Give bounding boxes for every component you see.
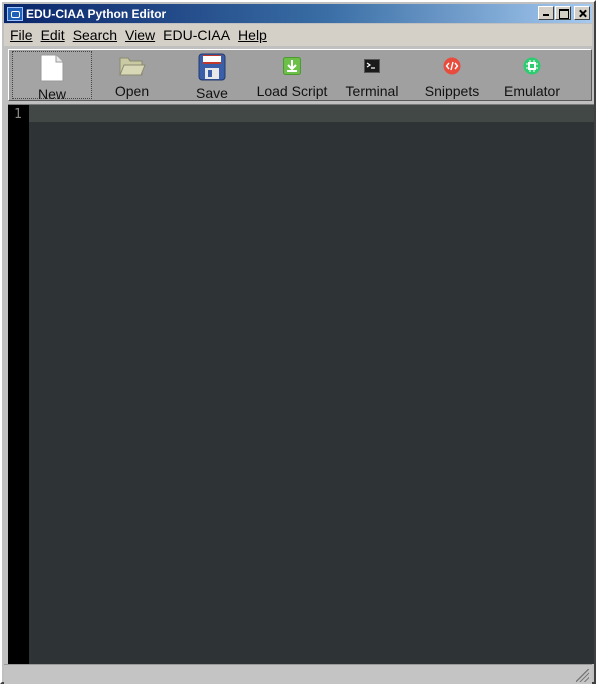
snippets-button[interactable]: Snippets [412, 51, 492, 99]
resize-grip-icon[interactable] [576, 669, 589, 682]
app-logo-icon [7, 6, 23, 21]
terminal-icon [357, 53, 387, 79]
open-button-label: Open [114, 83, 150, 99]
new-button[interactable]: New [12, 51, 92, 102]
menu-help-label: Help [238, 27, 267, 43]
menu-edu-ciaa[interactable]: EDU-CIAA [163, 27, 230, 43]
line-number-gutter: 1 [8, 105, 29, 664]
status-bar [4, 664, 592, 684]
download-icon [277, 53, 307, 79]
menu-help[interactable]: Help [238, 27, 267, 43]
menu-search[interactable]: Search [73, 27, 117, 43]
folder-open-icon [117, 53, 147, 79]
menu-edu-ciaa-label: EDU-CIAA [163, 27, 231, 43]
save-button-label: Save [196, 85, 228, 101]
emulator-button-label: Emulator [503, 83, 561, 99]
current-line-highlight [29, 105, 594, 122]
line-number: 1 [14, 107, 22, 122]
menu-search-label: Search [72, 27, 118, 43]
app-window: EDU-CIAA Python Editor File Edit Search … [0, 0, 596, 684]
new-button-label: New [37, 86, 66, 102]
window-title: EDU-CIAA Python Editor [26, 6, 167, 21]
menu-view[interactable]: View [125, 27, 155, 43]
menu-file[interactable]: File [10, 27, 33, 43]
menu-file-label: File [10, 27, 33, 43]
emulator-button[interactable]: Emulator [492, 51, 572, 99]
window-controls [537, 6, 590, 20]
save-button[interactable]: Save [172, 51, 252, 101]
load-script-button[interactable]: Load Script [252, 51, 332, 99]
minimize-button[interactable] [538, 6, 554, 20]
code-snippet-icon [437, 53, 467, 79]
floppy-save-icon [197, 53, 227, 81]
chip-icon [517, 53, 547, 79]
snippets-button-label: Snippets [424, 83, 480, 99]
title-bar[interactable]: EDU-CIAA Python Editor [4, 4, 592, 23]
menu-view-label: View [125, 27, 156, 43]
menu-edit[interactable]: Edit [41, 27, 65, 43]
new-document-icon [37, 54, 67, 82]
code-editor[interactable]: 1 [8, 104, 594, 664]
terminal-button-label: Terminal [345, 83, 399, 99]
close-button[interactable] [574, 6, 590, 20]
menu-bar: File Edit Search View EDU-CIAA Help [4, 24, 592, 46]
maximize-button[interactable] [555, 6, 571, 20]
open-button[interactable]: Open [92, 51, 172, 99]
terminal-button[interactable]: Terminal [332, 51, 412, 99]
menu-edit-label: Edit [40, 27, 65, 43]
load-script-button-label: Load Script [256, 83, 328, 99]
toolbar: New Open Save Load Script Terminal Snipp… [8, 49, 592, 102]
